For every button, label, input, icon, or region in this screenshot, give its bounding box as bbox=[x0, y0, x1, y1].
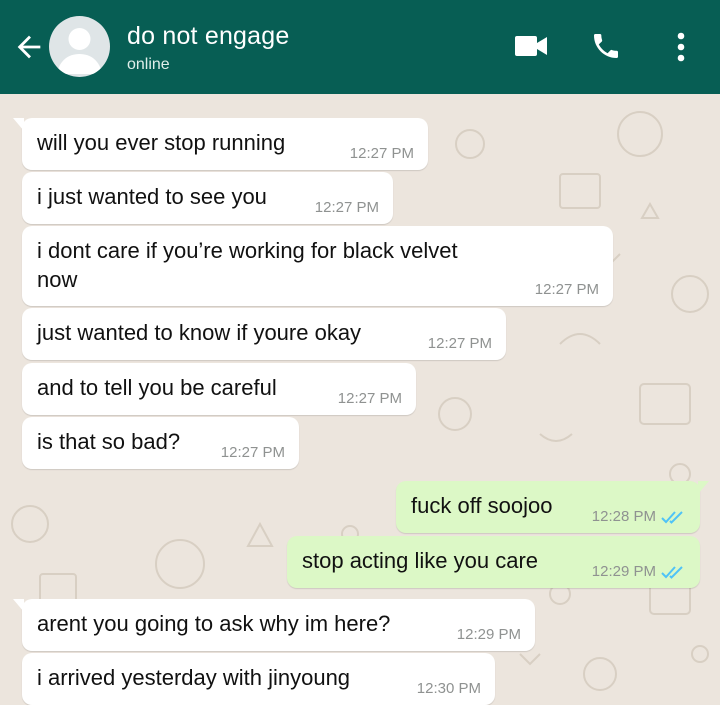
message-bubble[interactable]: i arrived yesterday with jinyoung 12:30 … bbox=[22, 653, 495, 705]
bubble-tail bbox=[13, 599, 24, 612]
bubble-tail bbox=[13, 118, 24, 131]
video-call-icon[interactable] bbox=[514, 34, 548, 58]
contact-name[interactable]: do not engage bbox=[127, 22, 289, 51]
message-bubble[interactable]: i just wanted to see you 12:27 PM bbox=[22, 172, 393, 224]
message-time: 12:29 PM bbox=[591, 563, 656, 580]
message-time: 12:27 PM bbox=[534, 281, 599, 298]
read-receipt-icon bbox=[661, 511, 683, 524]
message-text: fuck off soojoo bbox=[411, 493, 553, 518]
message-time: 12:27 PM bbox=[337, 390, 402, 407]
read-receipt-icon bbox=[661, 566, 683, 579]
message-time: 12:28 PM bbox=[591, 508, 656, 525]
message-bubble[interactable]: arent you going to ask why im here? 12:2… bbox=[13, 599, 535, 651]
message-time: 12:27 PM bbox=[314, 199, 379, 216]
message-text: will you ever stop running bbox=[37, 130, 286, 155]
avatar[interactable] bbox=[49, 16, 110, 77]
chat-header: do not engage online bbox=[0, 0, 720, 94]
message-bubble[interactable]: stop acting like you care 12:29 PM bbox=[287, 536, 700, 588]
message-text: just wanted to know if youre okay bbox=[37, 320, 362, 345]
message-text: and to tell you be careful bbox=[37, 375, 277, 400]
more-vert-icon[interactable] bbox=[674, 31, 688, 63]
message-bubble[interactable]: just wanted to know if youre okay 12:27 … bbox=[22, 308, 506, 360]
chat-area[interactable]: will you ever stop running 12:27 PM i ju… bbox=[0, 94, 720, 705]
message-text: i arrived yesterday with jinyoung bbox=[37, 665, 351, 690]
message-text: i dont care if you’re working for black … bbox=[37, 238, 458, 292]
message-text: i just wanted to see you bbox=[37, 184, 267, 209]
bubble-tail bbox=[698, 481, 709, 494]
message-bubble[interactable]: fuck off soojoo 12:28 PM bbox=[396, 481, 709, 533]
back-arrow-icon[interactable] bbox=[12, 30, 46, 64]
phone-icon[interactable] bbox=[590, 30, 622, 62]
message-text: is that so bad? bbox=[37, 429, 181, 454]
contact-status: online bbox=[127, 56, 170, 73]
message-time: 12:27 PM bbox=[349, 145, 414, 162]
message-time: 12:30 PM bbox=[416, 680, 481, 697]
message-bubble[interactable]: i dont care if you’re working for black … bbox=[22, 226, 613, 306]
message-time: 12:27 PM bbox=[220, 444, 285, 461]
message-time: 12:29 PM bbox=[456, 626, 521, 643]
message-time: 12:27 PM bbox=[427, 335, 492, 352]
message-text: arent you going to ask why im here? bbox=[37, 611, 391, 636]
message-text: stop acting like you care bbox=[302, 548, 539, 573]
message-bubble[interactable]: will you ever stop running 12:27 PM bbox=[13, 118, 428, 170]
message-bubble[interactable]: and to tell you be careful 12:27 PM bbox=[22, 363, 416, 415]
message-bubble[interactable]: is that so bad? 12:27 PM bbox=[22, 417, 299, 469]
